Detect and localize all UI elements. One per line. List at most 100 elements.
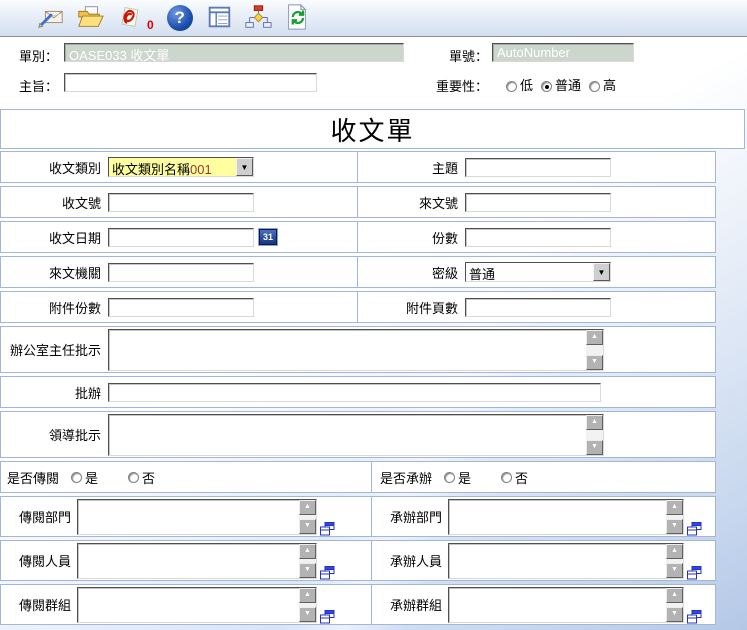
scrollbar[interactable]: ▲ ▼ xyxy=(299,588,316,622)
leader-note-textarea[interactable]: ▲ ▼ xyxy=(108,414,604,456)
picker-popup-icon[interactable] xyxy=(687,566,702,580)
receive-category-value-num: 001 xyxy=(190,162,212,176)
scrollbar[interactable]: ▲ ▼ xyxy=(586,330,603,370)
picker-popup-icon[interactable] xyxy=(320,566,335,580)
list-view-button[interactable] xyxy=(204,3,234,33)
handle-dept-label: 承辦部門 xyxy=(390,507,442,526)
attachment-copies-input[interactable] xyxy=(108,298,254,317)
circulate-dept-pane[interactable] xyxy=(78,500,299,534)
scroll-down-icon[interactable]: ▼ xyxy=(586,440,603,455)
send-mail-button[interactable] xyxy=(36,3,66,33)
attachment-pages-label: 附件頁數 xyxy=(358,298,458,317)
help-button[interactable]: ? xyxy=(165,3,195,33)
circulate-dept-textarea[interactable]: ▲ ▼ xyxy=(77,499,317,535)
circulate-group-textarea[interactable]: ▲ ▼ xyxy=(77,587,317,623)
leader-note-label: 領導批示 xyxy=(1,425,101,444)
row-attach-counts: 附件份數 附件頁數 xyxy=(0,291,716,323)
handle-dept-pane[interactable] xyxy=(449,500,666,534)
assign-label: 批辦 xyxy=(1,383,101,402)
picker-popup-icon[interactable] xyxy=(320,610,335,624)
scroll-up-icon[interactable]: ▲ xyxy=(666,544,683,559)
open-folder-icon xyxy=(76,3,104,34)
receipt-form: 收文單 收文類別 收文類別名稱001 ▼ 主題 收文號 來文號 收文日期 xyxy=(0,109,747,625)
receive-no-input[interactable] xyxy=(108,193,254,212)
row-assign: 批辦 xyxy=(0,376,716,408)
receive-date-input[interactable] xyxy=(108,228,254,247)
scrollbar[interactable]: ▲ ▼ xyxy=(586,415,603,455)
handle-group-textarea[interactable]: ▲ ▼ xyxy=(448,587,684,623)
attachment-pages-input[interactable] xyxy=(465,298,611,317)
scrollbar[interactable]: ▲ ▼ xyxy=(666,544,683,578)
scroll-up-icon[interactable]: ▲ xyxy=(586,415,603,430)
scrollbar[interactable]: ▲ ▼ xyxy=(299,544,316,578)
open-folder-button[interactable] xyxy=(75,3,105,33)
importance-high-label: 高 xyxy=(603,78,616,93)
office-director-note-textarea[interactable]: ▲ ▼ xyxy=(108,329,604,371)
circulate-yes-label: 是 xyxy=(85,468,98,487)
chevron-down-icon[interactable]: ▼ xyxy=(236,158,253,176)
scroll-up-icon[interactable]: ▲ xyxy=(586,330,603,345)
row-office-director-note: 辦公室主任批示 ▲ ▼ xyxy=(0,326,716,373)
workflow-button[interactable] xyxy=(243,3,273,33)
receive-category-select[interactable]: 收文類別名稱001 ▼ xyxy=(108,157,254,177)
scroll-up-icon[interactable]: ▲ xyxy=(666,588,683,603)
doc-type-label: 單別： xyxy=(0,46,58,65)
doc-type-field: OASE033 收文單 xyxy=(64,43,404,62)
attachment-button[interactable] xyxy=(114,3,144,33)
scroll-up-icon[interactable]: ▲ xyxy=(666,500,683,515)
scroll-up-icon[interactable]: ▲ xyxy=(299,544,316,559)
handle-group-label: 承辦群組 xyxy=(390,595,442,614)
scroll-up-icon[interactable]: ▲ xyxy=(299,500,316,515)
refresh-button[interactable] xyxy=(282,3,312,33)
circulate-staff-pane[interactable] xyxy=(78,544,299,578)
scroll-down-icon[interactable]: ▼ xyxy=(666,607,683,622)
subject-input[interactable] xyxy=(64,73,317,92)
scrollbar[interactable]: ▲ ▼ xyxy=(299,500,316,534)
scrollbar[interactable]: ▲ ▼ xyxy=(666,500,683,534)
circulate-no-radio[interactable] xyxy=(128,472,139,483)
send-mail-icon xyxy=(37,3,65,34)
row-receiveno-incomingno: 收文號 來文號 xyxy=(0,186,716,218)
scroll-down-icon[interactable]: ▼ xyxy=(666,563,683,578)
handle-group-pane[interactable] xyxy=(449,588,666,622)
picker-popup-icon[interactable] xyxy=(687,610,702,624)
handle-staff-textarea[interactable]: ▲ ▼ xyxy=(448,543,684,579)
scroll-down-icon[interactable]: ▼ xyxy=(666,519,683,534)
assign-input[interactable] xyxy=(108,383,601,402)
receive-no-label: 收文號 xyxy=(1,193,101,212)
incoming-no-input[interactable] xyxy=(465,193,611,212)
chevron-down-icon[interactable]: ▼ xyxy=(593,263,610,281)
leader-note-pane[interactable] xyxy=(109,415,586,455)
scroll-down-icon[interactable]: ▼ xyxy=(586,355,603,370)
row-category-topic: 收文類別 收文類別名稱001 ▼ 主題 xyxy=(0,151,716,183)
office-director-note-pane[interactable] xyxy=(109,330,586,370)
scroll-down-icon[interactable]: ▼ xyxy=(299,519,316,534)
handle-no-radio[interactable] xyxy=(501,472,512,483)
circulate-group-pane[interactable] xyxy=(78,588,299,622)
scrollbar[interactable]: ▲ ▼ xyxy=(666,588,683,622)
calendar-icon[interactable]: 31 xyxy=(259,229,277,245)
scroll-down-icon[interactable]: ▼ xyxy=(299,563,316,578)
scroll-up-icon[interactable]: ▲ xyxy=(299,588,316,603)
handle-staff-pane[interactable] xyxy=(449,544,666,578)
handle-dept-textarea[interactable]: ▲ ▼ xyxy=(448,499,684,535)
scroll-down-icon[interactable]: ▼ xyxy=(299,607,316,622)
circulate-staff-textarea[interactable]: ▲ ▼ xyxy=(77,543,317,579)
importance-normal-radio[interactable] xyxy=(541,81,552,92)
importance-low-radio[interactable] xyxy=(506,81,517,92)
circulate-dept-label: 傳閱部門 xyxy=(19,507,71,526)
importance-low-label: 低 xyxy=(520,78,533,93)
picker-popup-icon[interactable] xyxy=(687,522,702,536)
handle-yes-radio[interactable] xyxy=(444,472,455,483)
importance-high-radio[interactable] xyxy=(589,81,600,92)
secrecy-select[interactable]: 普通 ▼ xyxy=(465,262,611,282)
handle-question-label: 是否承辦 xyxy=(380,468,432,487)
incoming-org-input[interactable] xyxy=(108,263,254,282)
circulate-yes-radio[interactable] xyxy=(71,472,82,483)
row-dept: 傳閱部門 ▲ ▼ 承辦部門 ▲ ▼ xyxy=(0,496,716,537)
subject-label: 主旨： xyxy=(0,76,58,95)
topic-input[interactable] xyxy=(465,158,611,177)
picker-popup-icon[interactable] xyxy=(320,522,335,536)
circulate-no-label: 否 xyxy=(142,468,155,487)
copies-input[interactable] xyxy=(465,228,611,247)
